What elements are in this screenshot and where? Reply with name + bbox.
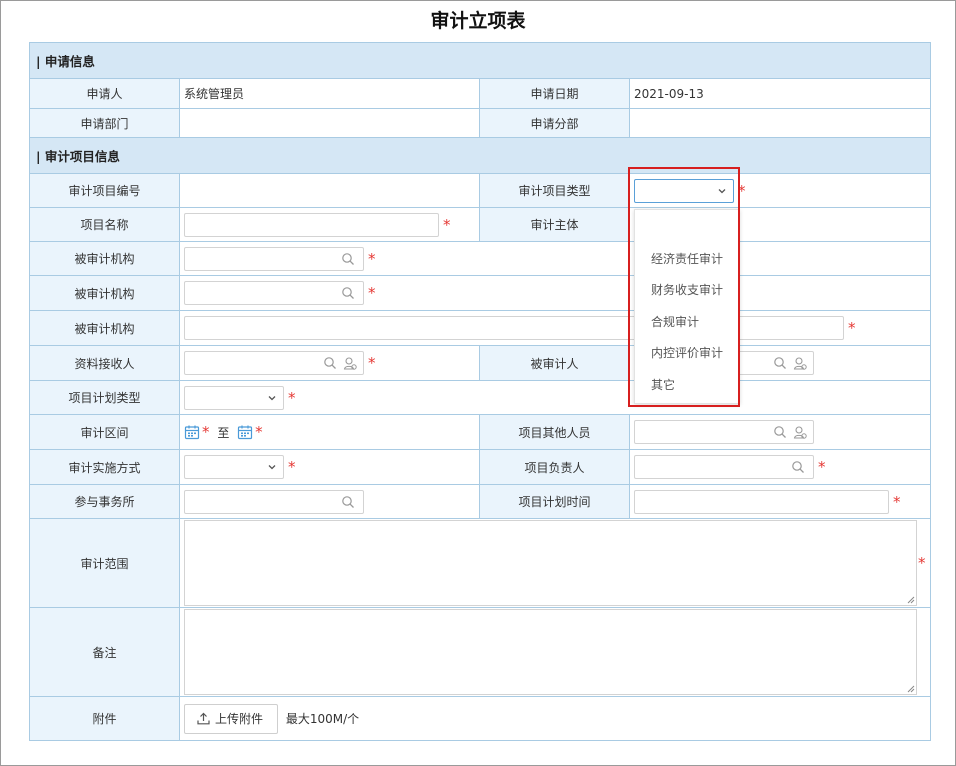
material-receiver-label: 资料接收人	[29, 345, 180, 381]
search-icon[interactable]	[773, 356, 787, 370]
scope-textarea[interactable]	[184, 520, 917, 606]
calendar-icon[interactable]	[184, 424, 200, 440]
other-members-input[interactable]	[634, 420, 814, 444]
chevron-down-icon	[268, 395, 276, 400]
user-select-icon[interactable]	[793, 356, 807, 370]
audited-org-label: 被审计机构	[29, 275, 180, 311]
plan-type-select[interactable]	[184, 385, 284, 410]
search-icon[interactable]	[341, 252, 355, 266]
applicant-label: 申请人	[29, 78, 180, 109]
required-mark: *	[368, 354, 376, 372]
attachment-label: 附件	[29, 696, 180, 741]
search-icon[interactable]	[341, 286, 355, 300]
section-project-info: | 审计项目信息	[28, 137, 932, 174]
section-apply-info: | 申请信息	[28, 42, 932, 79]
page-title: 审计立项表	[430, 10, 526, 32]
audit-period-label: 审计区间	[29, 414, 180, 450]
required-mark: *	[202, 423, 210, 441]
project-no-value	[179, 173, 480, 208]
apply-dept-value	[179, 108, 480, 138]
search-icon[interactable]	[341, 495, 355, 509]
impl-method-label: 审计实施方式	[29, 449, 180, 485]
audited-org-label: 被审计机构	[29, 241, 180, 276]
firm-input[interactable]	[184, 489, 364, 514]
upload-icon	[197, 712, 210, 724]
project-leader-label: 项目负责人	[479, 449, 630, 485]
apply-dept-label: 申请部门	[29, 108, 180, 138]
dropdown-option[interactable]: 内控评价审计	[651, 344, 723, 361]
user-select-icon[interactable]	[793, 425, 807, 439]
period-separator: 至	[217, 425, 230, 440]
required-mark: *	[893, 492, 901, 511]
project-no-label: 审计项目编号	[29, 173, 180, 208]
remark-textarea[interactable]	[184, 609, 917, 695]
required-mark: *	[443, 215, 451, 234]
required-mark: *	[738, 181, 746, 200]
audit-form: | 申请信息 申请人 系统管理员 申请日期 2021-09-13 申请部门 申请…	[28, 42, 932, 741]
audited-org-input[interactable]	[184, 316, 844, 340]
required-mark: *	[818, 458, 826, 476]
project-type-select[interactable]	[634, 178, 734, 203]
dropdown-option[interactable]: 其它	[651, 376, 675, 393]
required-mark: *	[848, 319, 856, 337]
audited-person-label: 被审计人	[479, 345, 630, 381]
audited-org-label: 被审计机构	[29, 310, 180, 346]
chevron-down-icon	[718, 188, 726, 193]
search-icon[interactable]	[323, 356, 337, 370]
upload-hint: 最大100M/个	[285, 712, 360, 726]
material-receiver-input[interactable]	[184, 351, 364, 375]
apply-branch-label: 申请分部	[479, 108, 630, 138]
project-type-dropdown: 经济责任审计 财务收支审计 合规审计 内控评价审计 其它	[634, 209, 740, 404]
remark-label: 备注	[29, 607, 180, 697]
impl-method-select[interactable]	[184, 455, 284, 479]
applicant-value: 系统管理员	[179, 78, 480, 109]
apply-date-label: 申请日期	[479, 78, 630, 109]
search-icon[interactable]	[791, 460, 805, 474]
scope-label: 审计范围	[29, 518, 180, 608]
project-name-label: 项目名称	[29, 207, 180, 242]
dropdown-option[interactable]: 财务收支审计	[651, 281, 723, 298]
audited-org-input[interactable]	[184, 281, 364, 305]
required-mark: *	[368, 249, 376, 268]
upload-button-label: 上传附件	[215, 711, 264, 726]
project-type-label: 审计项目类型	[479, 173, 630, 208]
required-mark: *	[918, 554, 926, 572]
project-leader-input[interactable]	[634, 455, 814, 479]
section-title: | 申请信息	[28, 42, 932, 79]
audited-org-input[interactable]	[184, 246, 364, 271]
plan-time-label: 项目计划时间	[479, 484, 630, 519]
required-mark: *	[255, 423, 263, 441]
audit-subject-label: 审计主体	[479, 207, 630, 242]
upload-button[interactable]: 上传附件	[184, 703, 279, 734]
project-name-input[interactable]	[184, 212, 439, 237]
search-icon[interactable]	[773, 425, 787, 439]
required-mark: *	[368, 284, 376, 302]
user-select-icon[interactable]	[343, 356, 357, 370]
plan-time-input[interactable]	[634, 489, 889, 514]
firm-label: 参与事务所	[29, 484, 180, 519]
other-members-label: 项目其他人员	[479, 414, 630, 450]
calendar-icon[interactable]	[237, 424, 253, 440]
resize-grip-icon[interactable]	[907, 596, 915, 604]
chevron-down-icon	[268, 465, 276, 470]
section-title: | 审计项目信息	[28, 137, 932, 174]
plan-type-label: 项目计划类型	[29, 380, 180, 415]
resize-grip-icon[interactable]	[907, 685, 915, 693]
required-mark: *	[288, 458, 296, 476]
apply-branch-value	[628, 108, 932, 138]
dropdown-option[interactable]: 经济责任审计	[651, 250, 723, 267]
apply-date-value: 2021-09-13	[628, 78, 932, 109]
required-mark: *	[288, 388, 296, 407]
dropdown-option[interactable]: 合规审计	[651, 313, 699, 330]
